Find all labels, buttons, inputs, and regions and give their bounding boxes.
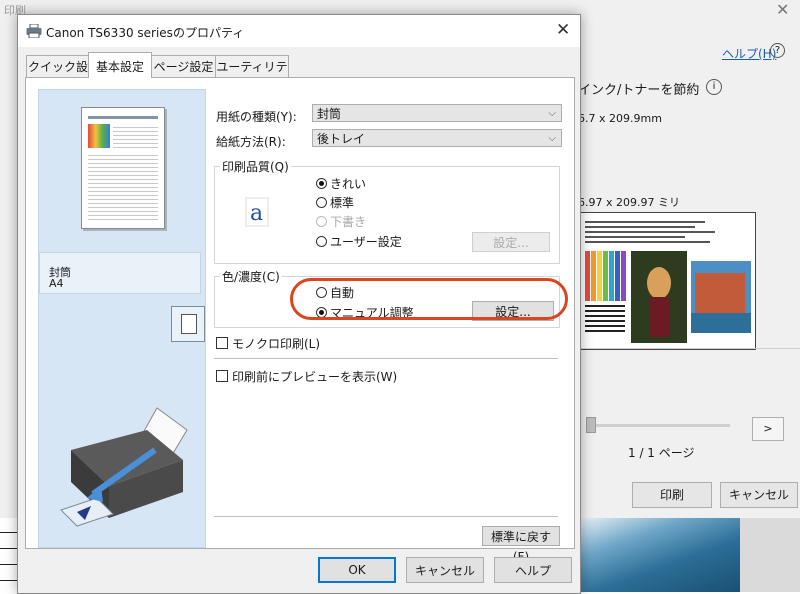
quality-draft-label: 下書き — [330, 215, 367, 229]
page-thumbnail — [81, 107, 165, 229]
paper-source-value: 後トレイ — [317, 132, 366, 146]
quality-custom-label: ユーザー設定 — [330, 235, 402, 249]
thumbnail-text-lines — [113, 124, 158, 149]
thumbnail-header-bar — [88, 116, 158, 119]
settings-preview-pane: 封筒 A4 — [38, 89, 206, 548]
quality-custom-radio[interactable] — [316, 236, 327, 247]
quality-draft-radio[interactable] — [316, 216, 327, 227]
annotation-highlight-ring — [290, 278, 568, 320]
chevron-down-icon: ⌵ — [548, 133, 556, 144]
footer-divider — [214, 516, 558, 517]
quality-sample-icon: a — [242, 196, 272, 228]
info-icon[interactable]: i — [706, 79, 722, 95]
background-cancel-button[interactable]: キャンセル — [720, 482, 798, 508]
paper-size-readout-2: 6.97 x 209.97 ミリ — [578, 196, 680, 209]
background-print-button[interactable]: 印刷 — [632, 482, 712, 508]
dialog-title: Canon TS6330 seriesのプロパティ — [46, 26, 245, 40]
quality-standard-radio[interactable] — [316, 197, 327, 208]
tab-page-setup[interactable]: ページ設定 — [150, 55, 217, 78]
grayscale-label: モノクロ印刷(L) — [232, 337, 321, 351]
background-photo-preview — [578, 518, 740, 592]
close-icon[interactable]: ✕ — [556, 20, 570, 40]
quality-settings-button[interactable]: 設定... — [472, 232, 550, 252]
save-ink-label: インク/トナーを節約 — [578, 83, 700, 98]
dialog-titlebar: Canon TS6330 seriesのプロパティ ✕ — [18, 15, 580, 47]
media-type-value: 封筒 — [317, 107, 342, 121]
preview-page-graphic — [579, 213, 755, 349]
page-indicator: 1 / 1 ページ — [628, 446, 695, 460]
preview-before-print-label: 印刷前にプレビューを表示(W) — [232, 370, 398, 384]
paper-source-select[interactable]: 後トレイ ⌵ — [312, 129, 562, 147]
tab-quick-setup[interactable]: クイック設定 — [26, 55, 90, 96]
section-divider — [214, 358, 558, 359]
tab-utilities[interactable]: ユーティリティ — [215, 55, 289, 96]
page-slider-thumb[interactable] — [586, 417, 596, 433]
paper-size-readout: 6.7 x 209.9mm — [578, 112, 662, 125]
thumbnail-text-lines — [88, 152, 158, 222]
background-close-icon[interactable]: ✕ — [776, 0, 789, 19]
printer-icon — [26, 24, 42, 38]
thumbnail-color-image — [88, 124, 110, 148]
printer-illustration-icon — [60, 407, 188, 527]
preview-before-print-checkbox[interactable] — [216, 370, 228, 382]
background-divider — [578, 348, 800, 349]
help-question-icon[interactable]: ? — [770, 43, 785, 58]
media-type-label: 用紙の種類(Y): — [216, 110, 297, 124]
print-preview-image — [578, 212, 756, 350]
page-slider-track[interactable] — [590, 424, 730, 427]
preview-media-size: A4 — [49, 277, 64, 290]
cancel-button[interactable]: キャンセル — [406, 557, 484, 583]
print-quality-title: 印刷品質(Q) — [220, 158, 291, 175]
quality-standard-label: 標準 — [330, 196, 355, 210]
media-type-select[interactable]: 封筒 ⌵ — [312, 104, 562, 122]
letter-a-icon: a — [245, 197, 269, 227]
svg-text:a: a — [250, 201, 263, 226]
ok-button[interactable]: OK — [318, 557, 396, 583]
paper-source-label: 給紙方法(R): — [216, 135, 286, 149]
quality-high-radio[interactable] — [316, 178, 327, 189]
next-page-button[interactable]: > — [752, 417, 784, 441]
portrait-page-icon — [181, 314, 197, 334]
quality-high-label: きれい — [330, 177, 367, 191]
help-button[interactable]: ヘルプ — [494, 557, 572, 583]
color-intensity-title: 色/濃度(C) — [220, 268, 282, 285]
background-help-link[interactable]: ヘルプ(H) — [722, 45, 776, 62]
tab-main[interactable]: 基本設定 — [88, 52, 152, 78]
restore-defaults-button[interactable]: 標準に戻す(F) — [482, 526, 560, 564]
chevron-down-icon: ⌵ — [548, 108, 556, 119]
grayscale-checkbox[interactable] — [216, 337, 228, 349]
